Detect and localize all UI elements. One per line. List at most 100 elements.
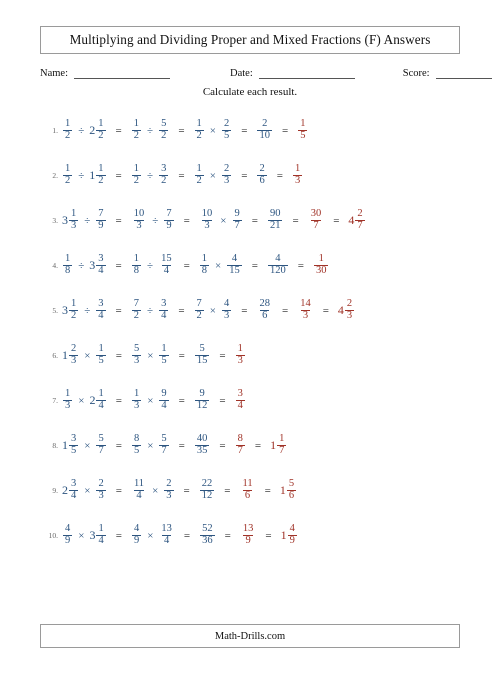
- fraction-denominator: 6: [257, 175, 267, 186]
- fraction: 10 3: [199, 209, 216, 231]
- fraction-denominator: 9: [243, 535, 253, 546]
- fraction-denominator: 2: [96, 130, 106, 141]
- fraction: 72: [131, 299, 142, 321]
- problem-term: 4 120: [267, 254, 289, 276]
- problem-number: 10.: [48, 531, 58, 540]
- score-input[interactable]: [435, 68, 492, 79]
- problem-row: 8. 1 3 5 × 5 7 = 8 5 × 5 7 = 40 35 = 8 7 = 1 1 7: [40, 423, 460, 468]
- fraction-numerator: 1: [65, 118, 71, 130]
- division-sign: ÷: [84, 214, 91, 227]
- fraction-denominator: 2: [131, 175, 142, 186]
- division-sign: ÷: [78, 124, 85, 137]
- fraction-denominator: 15: [227, 265, 242, 276]
- fraction-denominator: 2: [194, 310, 204, 321]
- problem-term: 5 3 × 1 5: [131, 344, 170, 366]
- fraction-denominator: 8: [199, 265, 210, 276]
- fraction-denominator: 4: [161, 265, 171, 276]
- fraction: 4 120: [267, 254, 289, 276]
- fraction: 79: [163, 209, 174, 231]
- fraction-numerator: 1: [71, 298, 77, 310]
- fraction-denominator: 12: [199, 490, 215, 501]
- fraction: 15: [158, 344, 169, 366]
- fraction: 23: [68, 344, 79, 366]
- fraction-numerator: 3: [161, 163, 167, 175]
- fraction-numerator: 28: [259, 298, 270, 310]
- fraction-numerator: 1: [300, 118, 306, 130]
- problem-term: 9 12: [194, 389, 211, 411]
- fraction: 18: [199, 254, 210, 276]
- fraction: 40 35: [194, 434, 211, 456]
- fraction: 11 4: [131, 479, 147, 501]
- fraction-denominator: 4: [159, 400, 169, 411]
- answer-term: 87: [235, 434, 246, 456]
- mixed-number: 423: [338, 299, 355, 321]
- fraction-numerator: 1: [65, 163, 71, 175]
- fraction: 34: [68, 479, 79, 501]
- fraction-denominator: 5: [131, 445, 142, 456]
- fraction-denominator: 4: [96, 400, 106, 411]
- fraction: 13: [131, 389, 142, 411]
- fraction: 30 7: [308, 209, 325, 231]
- fraction-numerator: 1: [98, 118, 104, 130]
- fraction-numerator: 4: [133, 523, 140, 535]
- fraction-numerator: 4: [231, 253, 238, 265]
- name-field-group: Name:: [40, 68, 170, 79]
- multiplication-sign: ×: [147, 394, 154, 407]
- problem-term: 3 1 3 ÷ 7 9: [62, 209, 107, 231]
- equals-sign: =: [183, 214, 190, 227]
- answer-term: 11 6: [239, 479, 255, 501]
- fraction: 12: [62, 119, 73, 141]
- answer-term: 34: [235, 389, 246, 411]
- fraction-denominator: 7: [232, 220, 242, 231]
- fraction: 27: [354, 209, 365, 231]
- fraction-numerator: 1: [133, 253, 140, 265]
- fraction: 49: [287, 524, 298, 546]
- multiplication-sign: ×: [147, 439, 154, 452]
- fraction-numerator: 4: [275, 253, 281, 265]
- fraction-denominator: 5: [69, 445, 79, 456]
- fraction: 85: [131, 434, 142, 456]
- fraction-denominator: 5: [96, 355, 106, 366]
- fraction-denominator: 4: [96, 310, 106, 321]
- fraction: 34: [95, 299, 106, 321]
- fraction: 13 9: [240, 524, 257, 546]
- problem-expression: 1 2 ÷ 2 1 2 = 1 2 ÷ 5 2 = 1 2 × 2 5 = 2 10 = 1 5: [62, 119, 308, 141]
- answer-term: 1 30: [313, 254, 330, 276]
- equals-sign: =: [224, 484, 231, 497]
- fraction: 53: [131, 344, 142, 366]
- fraction-denominator: 4: [235, 400, 245, 411]
- fraction-denominator: 30: [313, 265, 329, 276]
- problem-term: 11 4 × 2 3: [131, 479, 175, 501]
- fraction-numerator: 3: [98, 253, 104, 265]
- mixed-number: 314: [89, 524, 106, 546]
- equals-sign: =: [115, 529, 122, 542]
- name-label: Name:: [40, 68, 68, 79]
- fraction-numerator: 1: [133, 163, 140, 175]
- fraction-denominator: 5: [159, 355, 169, 366]
- fraction-numerator: 11: [242, 478, 253, 490]
- problem-term: 4 9 × 13 4: [131, 524, 175, 546]
- fraction: 12: [131, 119, 142, 141]
- problem-row: 10. 4 9 × 3 1 4 = 4 9 × 13 4 = 52 36 = 13 9 = 1 4 9: [40, 513, 460, 558]
- mixed-number: 334: [89, 254, 106, 276]
- name-input[interactable]: [74, 68, 170, 79]
- equals-sign: =: [224, 529, 231, 542]
- equals-sign: =: [297, 259, 304, 272]
- equals-sign: =: [115, 484, 122, 497]
- fraction: 12: [194, 164, 205, 186]
- answer-term: 423: [338, 299, 355, 321]
- fraction-denominator: 7: [311, 220, 321, 231]
- fraction-denominator: 3: [292, 175, 303, 186]
- division-sign: ÷: [147, 304, 154, 317]
- fraction-numerator: 4: [65, 523, 71, 535]
- answer-term: 149: [281, 524, 298, 546]
- worksheet-title-box: Multiplying and Dividing Proper and Mixe…: [40, 26, 460, 54]
- problem-expression: 3 1 2 ÷ 3 4 = 7 2 ÷ 3 4 = 7 2 × 4 3 = 28 6 = 14 3 = 4 2 3: [62, 299, 355, 321]
- fraction-denominator: 3: [164, 490, 174, 501]
- fraction: 43: [221, 299, 232, 321]
- date-input[interactable]: [258, 68, 355, 79]
- fraction-numerator: 1: [65, 388, 71, 400]
- fraction-denominator: 2: [159, 130, 169, 141]
- fraction-denominator: 5: [222, 130, 232, 141]
- fraction-denominator: 7: [277, 445, 287, 456]
